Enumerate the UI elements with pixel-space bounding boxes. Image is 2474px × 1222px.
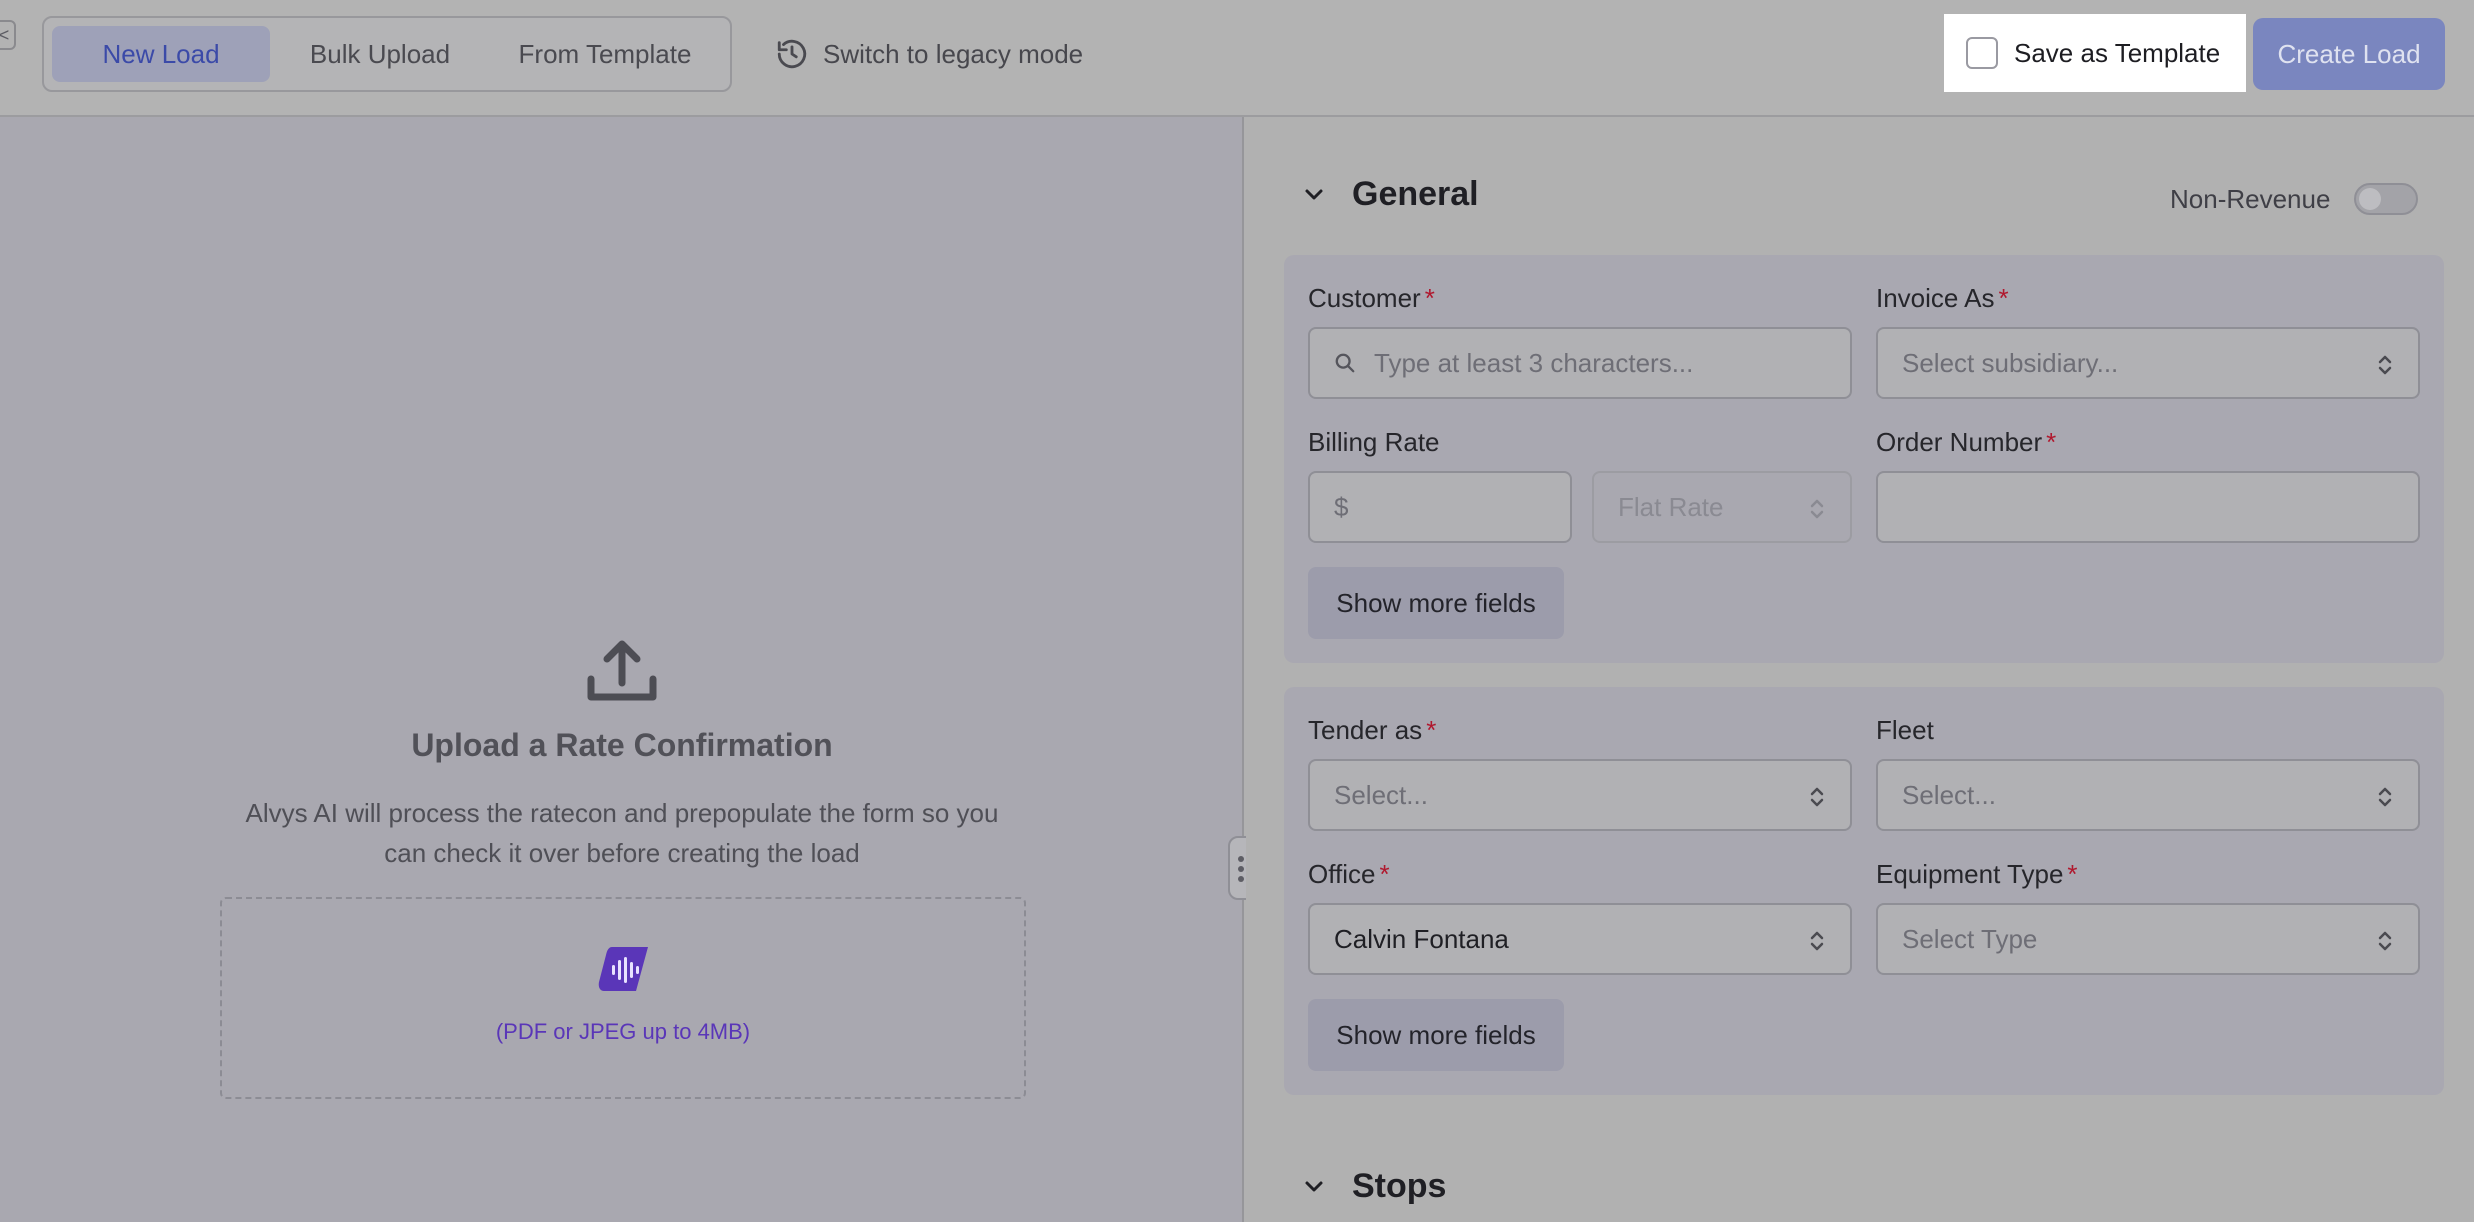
collapse-panel-icon[interactable]: < [0,20,16,50]
chevron-down-icon [1305,1181,1323,1191]
equipment-type-label: Equipment Type * [1876,859,2078,889]
general-card-dispatch: Tender as * Select... Fleet Select... Off… [1284,687,2444,1095]
tab-bulk-upload[interactable]: Bulk Upload [280,26,480,82]
upload-hint: (PDF or JPEG up to 4MB) [495,1019,751,1044]
show-more-fields-button[interactable]: Show more fields [1308,567,1564,639]
history-icon [777,39,807,69]
tender-as-select[interactable]: Select... [1308,759,1852,831]
equipment-type-select[interactable]: Select Type [1876,903,2420,975]
show-more-fields-button[interactable]: Show more fields [1308,999,1564,1071]
billing-rate-input[interactable]: $ [1308,471,1572,543]
office-value: Calvin Fontana [1334,923,1509,954]
customer-label: Customer * [1308,283,1435,313]
ratecon-dropzone[interactable]: (PDF or JPEG up to 4MB) [220,897,1026,1099]
top-bar: < New Load Bulk Upload From Template Swi… [0,0,2474,117]
equipment-type-placeholder: Select Type [1902,923,2038,954]
upload-icon [587,640,657,701]
chevron-up-down-icon [1810,931,1824,951]
chevron-up-down-icon [1810,787,1824,807]
alvys-ai-icon [598,947,648,991]
chevron-up-down-icon [2378,931,2392,951]
tender-as-placeholder: Select... [1334,779,1428,810]
non-revenue-toggle[interactable] [2354,183,2419,215]
general-card-billing: Customer * Type at least 3 characters... … [1284,255,2444,663]
customer-placeholder: Type at least 3 characters... [1374,347,1694,378]
invoice-as-placeholder: Select subsidiary... [1902,347,2119,378]
search-icon [1335,353,1355,373]
invoice-as-select[interactable]: Select subsidiary... [1876,327,2420,399]
legacy-mode-label: Switch to legacy mode [823,38,1084,69]
office-label: Office * [1308,859,1390,889]
save-template-checkbox[interactable] [1966,37,1998,69]
create-load-button[interactable]: Create Load [2253,18,2445,90]
chevron-up-down-icon [2378,787,2392,807]
billing-rate-label: Billing Rate [1308,427,1440,457]
currency-prefix: $ [1334,491,1349,522]
upload-panel: Upload a Rate Confirmation Alvys AI will… [0,117,1244,1222]
stops-section-title: Stops [1352,1167,1447,1205]
office-select[interactable]: Calvin Fontana [1308,903,1852,975]
switch-legacy-mode-button[interactable]: Switch to legacy mode [775,32,1083,76]
general-section-title: General [1352,175,1479,213]
chevron-up-down-icon [2378,355,2392,375]
save-as-template[interactable]: Save as Template [1944,14,2246,92]
fleet-placeholder: Select... [1902,779,1996,810]
tender-as-label: Tender as * [1308,715,1437,745]
chevron-down-icon [1305,189,1323,199]
fleet-label: Fleet [1876,715,1934,745]
rate-type-select: Flat Rate [1592,471,1852,543]
tab-new-load[interactable]: New Load [52,26,270,82]
invoice-as-label: Invoice As * [1876,283,2009,313]
save-template-label: Save as Template [2014,37,2221,68]
order-number-input[interactable] [1876,471,2420,543]
non-revenue-label: Non-Revenue [2170,183,2331,214]
general-section-header[interactable]: General [1302,175,1479,214]
upload-description: Alvys AI will process the ratecon and pr… [245,798,999,868]
chevron-up-down-icon [1810,499,1824,519]
upload-title: Upload a Rate Confirmation [411,727,833,763]
order-number-label: Order Number * [1876,427,2057,457]
customer-search-input[interactable]: Type at least 3 characters... [1308,327,1852,399]
non-revenue-toggle-group: Non-Revenue [2170,183,2419,215]
fleet-select[interactable]: Select... [1876,759,2420,831]
load-mode-tabs: New Load Bulk Upload From Template [42,16,732,92]
load-form-panel: General Non-Revenue Customer * Type at le… [1246,117,2474,1222]
tab-from-template[interactable]: From Template [490,26,720,82]
stops-section-header[interactable]: Stops [1302,1167,1446,1206]
rate-type-value: Flat Rate [1618,491,1724,522]
